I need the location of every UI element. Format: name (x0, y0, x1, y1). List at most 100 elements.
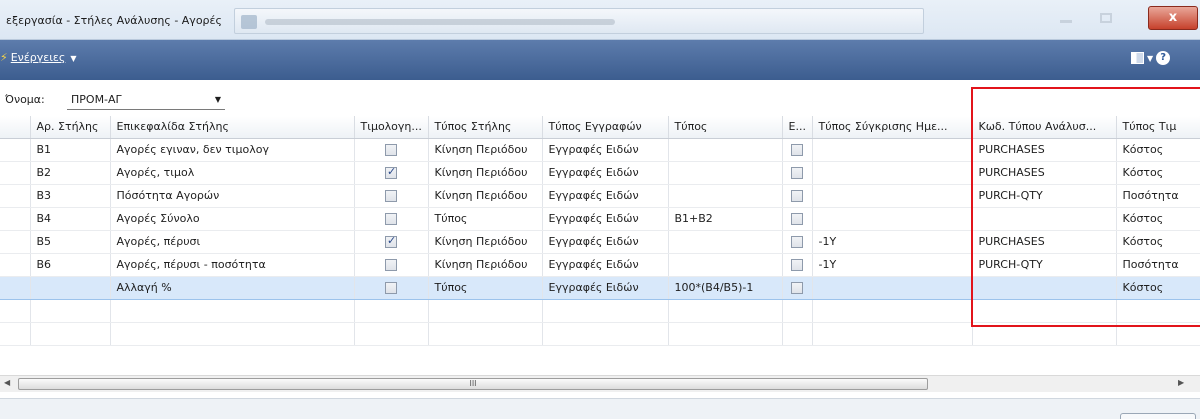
empty-cell[interactable] (668, 299, 783, 323)
row-selector[interactable] (0, 275, 31, 300)
cell-column-heading[interactable]: Αλλαγή % (110, 275, 355, 300)
row-selector[interactable] (0, 184, 31, 208)
cell-value-type[interactable]: Ποσότητα (1116, 184, 1200, 208)
col-header-comparison-date-formula[interactable]: Τύπος Σύγκρισης Ημε... (812, 116, 973, 139)
cell-entry-type[interactable]: Εγγραφές Ειδών (542, 275, 669, 300)
cell-e-flag[interactable] (782, 253, 813, 277)
name-select[interactable]: ΠΡΟΜ-ΑΓ ▼ (67, 90, 225, 110)
row-selector[interactable] (0, 253, 31, 277)
checkbox[interactable] (791, 259, 803, 271)
background-window-tab[interactable] (234, 8, 924, 34)
table-row[interactable]: B6 Αγορές, πέρυσι - ποσότητα Κίνηση Περιόδ… (0, 253, 1200, 277)
col-header-row-selector[interactable] (0, 116, 31, 139)
cell-formula[interactable] (668, 184, 783, 208)
cell-entry-type[interactable]: Εγγραφές Ειδών (542, 161, 669, 185)
chevron-down-icon[interactable]: ▼ (1147, 54, 1153, 63)
empty-cell[interactable] (972, 322, 1117, 346)
checkbox[interactable] (791, 190, 803, 202)
empty-cell[interactable] (1116, 322, 1200, 346)
cell-invoiced[interactable] (354, 207, 429, 231)
cell-column-type[interactable]: Κίνηση Περιόδου (428, 138, 543, 162)
cell-entry-type[interactable]: Εγγραφές Ειδών (542, 207, 669, 231)
row-selector[interactable] (0, 230, 31, 254)
empty-cell[interactable] (972, 299, 1117, 323)
cell-column-no[interactable]: B1 (30, 138, 111, 162)
col-header-e-flag[interactable]: Ε... (782, 116, 813, 139)
col-header-column-type[interactable]: Τύπος Στήλης (428, 116, 543, 139)
cell-analysis-type-code[interactable]: PURCHASES (972, 230, 1117, 254)
cell-formula[interactable]: 100*(B4/B5)-1 (668, 275, 783, 300)
empty-cell[interactable] (354, 299, 429, 323)
col-header-entry-type[interactable]: Τύπος Εγγραφών (542, 116, 669, 139)
cell-formula[interactable] (668, 161, 783, 185)
col-header-column-no[interactable]: Αρ. Στήλης (30, 116, 111, 139)
checkbox[interactable] (791, 144, 803, 156)
view-layout-icon[interactable] (1131, 52, 1144, 64)
empty-cell[interactable] (668, 322, 783, 346)
cell-value-type[interactable]: Ποσότητα (1116, 253, 1200, 277)
checkbox[interactable] (385, 234, 397, 248)
cell-formula[interactable] (668, 253, 783, 277)
cell-formula[interactable]: B1+B2 (668, 207, 783, 231)
cell-column-heading[interactable]: Αγορές Σύνολο (110, 207, 355, 231)
checkbox[interactable] (791, 282, 803, 294)
col-header-invoiced[interactable]: Τιμολογη... (354, 116, 429, 139)
checkbox[interactable] (385, 282, 397, 294)
cell-comparison-date-formula[interactable] (812, 138, 973, 162)
cell-analysis-type-code[interactable]: PURCH-QTY (972, 253, 1117, 277)
empty-cell[interactable] (542, 299, 669, 323)
cell-column-no[interactable]: B4 (30, 207, 111, 231)
table-row[interactable]: B4 Αγορές Σύνολο Τύπος Εγγραφές Ειδών B1+B2 Κ… (0, 207, 1200, 231)
dropdown-arrow-icon[interactable]: ▼ (215, 95, 221, 104)
cell-column-type[interactable]: Τύπος (428, 275, 543, 300)
bottom-button[interactable] (1120, 413, 1196, 419)
cell-formula[interactable] (668, 230, 783, 254)
cell-analysis-type-code[interactable]: PURCHASES (972, 161, 1117, 185)
cell-invoiced[interactable] (354, 161, 429, 185)
cell-e-flag[interactable] (782, 207, 813, 231)
table-row[interactable]: B2Αγορές, τιμολ Κίνηση ΠεριόδουΕγγραφές Ε… (0, 161, 1200, 185)
cell-column-no[interactable]: B6 (30, 253, 111, 277)
empty-cell[interactable] (0, 322, 31, 346)
cell-column-type[interactable]: Κίνηση Περιόδου (428, 230, 543, 254)
row-selector[interactable] (0, 161, 31, 185)
checkbox[interactable] (791, 236, 803, 248)
empty-cell[interactable] (110, 322, 355, 346)
cell-value-type[interactable]: Κόστος (1116, 161, 1200, 185)
cell-comparison-date-formula[interactable] (812, 275, 973, 300)
cell-e-flag[interactable] (782, 230, 813, 254)
cell-column-no[interactable]: B3 (30, 184, 111, 208)
col-header-analysis-type-code[interactable]: Κωδ. Τύπου Ανάλυσ... (972, 116, 1117, 139)
cell-e-flag[interactable] (782, 184, 813, 208)
cell-column-no[interactable]: B5 (30, 230, 111, 254)
cell-invoiced[interactable] (354, 138, 429, 162)
actions-menu[interactable]: ⚡ Ενέργειες ▼ (0, 51, 77, 64)
cell-formula[interactable] (668, 138, 783, 162)
cell-analysis-type-code[interactable]: PURCHASES (972, 138, 1117, 162)
close-button[interactable]: x (1148, 6, 1198, 30)
cell-analysis-type-code[interactable]: PURCH-QTY (972, 184, 1117, 208)
table-row[interactable]: Αλλαγή % Τύπος Εγγραφές Ειδών 100*(B4/B5)-1… (0, 275, 1200, 300)
cell-e-flag[interactable] (782, 275, 813, 300)
cell-value-type[interactable]: Κόστος (1116, 230, 1200, 254)
row-selector[interactable] (0, 138, 31, 162)
empty-cell[interactable] (812, 299, 973, 323)
cell-invoiced[interactable] (354, 253, 429, 277)
checkbox[interactable] (385, 213, 397, 225)
cell-column-heading[interactable]: Αγορές, πέρυσι - ποσότητα (110, 253, 355, 277)
empty-cell[interactable] (30, 299, 111, 323)
maximize-button[interactable] (1092, 8, 1122, 30)
cell-e-flag[interactable] (782, 161, 813, 185)
cell-e-flag[interactable] (782, 138, 813, 162)
cell-comparison-date-formula[interactable]: -1Y (812, 230, 973, 254)
minimize-button[interactable] (1052, 8, 1082, 30)
cell-analysis-type-code[interactable] (972, 275, 1117, 300)
cell-invoiced[interactable] (354, 230, 429, 254)
table-row[interactable]: B5Αγορές, πέρυσι Κίνηση ΠεριόδουΕγγραφές … (0, 230, 1200, 254)
table-row[interactable]: B1 Αγορές εγιναν, δεν τιμολογ Κίνηση Περιό… (0, 138, 1200, 162)
cell-value-type[interactable]: Κόστος (1116, 207, 1200, 231)
cell-column-no[interactable]: B2 (30, 161, 111, 185)
cell-entry-type[interactable]: Εγγραφές Ειδών (542, 184, 669, 208)
cell-comparison-date-formula[interactable] (812, 184, 973, 208)
cell-column-heading[interactable]: Αγορές, πέρυσι (110, 230, 355, 254)
